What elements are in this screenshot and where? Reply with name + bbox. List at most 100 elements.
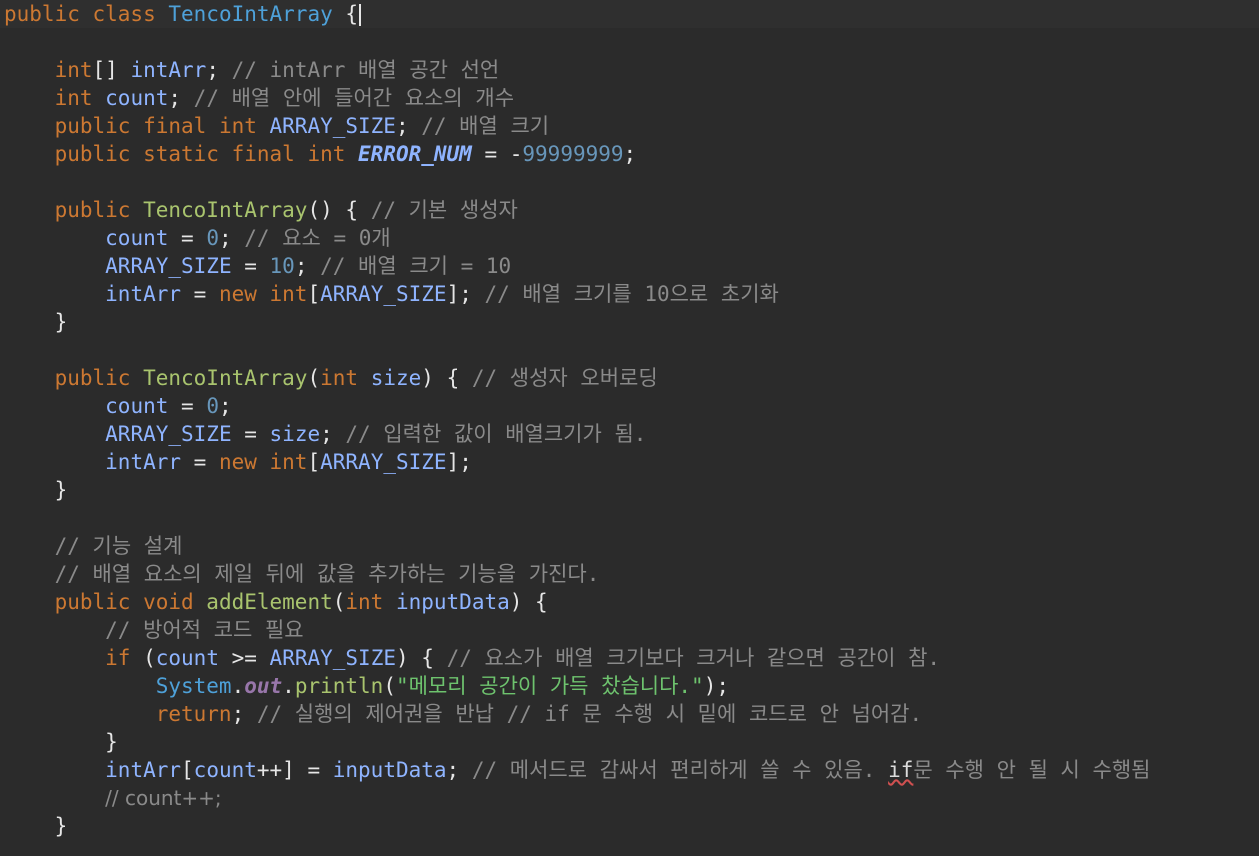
code-token: TencoIntArray [168, 2, 333, 26]
code-token: ; [218, 226, 245, 250]
code-line[interactable]: int count; // 배열 안에 들어간 요소의 개수 [4, 84, 514, 112]
code-token: 99999999 [522, 142, 624, 166]
code-token: // 배열 크기 = 10 [320, 254, 512, 278]
code-token: count [155, 646, 219, 670]
code-line[interactable]: } [4, 476, 68, 504]
code-line[interactable]: ARRAY_SIZE = 10; // 배열 크기 = 10 [4, 252, 511, 280]
code-line[interactable]: int[] intArr; // intArr 배열 공간 선언 [4, 56, 500, 84]
code-token: ; [231, 702, 257, 726]
code-line[interactable]: intArr = new int[ARRAY_SIZE]; [4, 448, 472, 476]
code-token: ARRAY_SIZE [105, 422, 232, 446]
code-editor[interactable]: public class TencoIntArray { int[] intAr… [0, 0, 1259, 856]
code-token: // 입력한 값이 배열크기가 됨. [345, 422, 647, 446]
code-token: ARRAY_SIZE [105, 254, 232, 278]
code-token: public class [4, 2, 169, 26]
code-token: 0 [206, 226, 219, 250]
code-token: 문 수행 안 될 시 수행됨 [913, 758, 1151, 782]
code-token: ) { [395, 646, 447, 670]
code-line[interactable]: public class TencoIntArray { [0, 0, 1259, 28]
code-token: ARRAY_SIZE [320, 450, 447, 474]
code-token: [ [181, 758, 194, 782]
code-line[interactable]: } [4, 812, 68, 840]
code-line[interactable]: public final int ARRAY_SIZE; // 배열 크기 [4, 112, 550, 140]
code-token: inputData [332, 758, 447, 782]
code-token: = [168, 394, 207, 418]
code-token: intArr [105, 282, 182, 306]
code-line[interactable]: } [4, 308, 68, 336]
code-token: [] [92, 58, 131, 82]
code-token: "메모리 공간이 가득 찼습니다." [396, 674, 704, 698]
code-token: return [155, 702, 232, 726]
code-token: = [181, 282, 219, 306]
code-token: >= [218, 646, 270, 670]
code-token: out [244, 674, 283, 698]
code-token: int [320, 366, 371, 390]
code-token: = [231, 422, 270, 446]
code-token: System [155, 674, 232, 698]
code-line[interactable]: public TencoIntArray(int size) { // 생성자 … [4, 364, 658, 392]
code-token: ]; [446, 450, 472, 474]
code-line[interactable]: public TencoIntArray() { // 기본 생성자 [4, 196, 518, 224]
code-token: ARRAY_SIZE [320, 282, 447, 306]
code-line[interactable]: count = 0; [4, 392, 232, 420]
code-token: { [332, 2, 359, 26]
code-token: size [370, 366, 422, 390]
code-token: ]; [446, 282, 485, 306]
text-caret [359, 4, 362, 26]
code-token: } [4, 478, 68, 502]
code-token: ++] = [256, 758, 333, 782]
code-token: println [294, 674, 384, 698]
code-line[interactable]: // 방어적 코드 필요 [4, 616, 303, 644]
code-token: if [105, 646, 144, 670]
code-token: TencoIntArray [143, 366, 308, 390]
code-token: . [231, 674, 245, 698]
code-token: ; [218, 394, 232, 418]
code-token: ARRAY_SIZE [269, 114, 396, 138]
code-line[interactable]: if (count >= ARRAY_SIZE) { // 요소가 배열 크기보… [4, 644, 940, 672]
code-token: int [54, 86, 106, 110]
code-line[interactable]: return; // 실행의 제어권을 반납 // if 문 수행 시 밑에 코… [4, 700, 922, 728]
code-token: // 실행의 제어권을 반납 // if 문 수행 시 밑에 코드로 안 넘어감… [256, 702, 923, 726]
code-token: = [231, 254, 270, 278]
code-token: ARRAY_SIZE [269, 646, 396, 670]
code-token: ; [206, 58, 232, 82]
code-line[interactable]: // count++; [4, 784, 222, 812]
code-line[interactable]: intArr[count++] = inputData; // 메서드로 감싸서… [4, 756, 1150, 784]
code-token: // 요소 = 0개 [244, 226, 391, 250]
code-line[interactable]: System.out.println("메모리 공간이 가득 찼습니다."); [4, 672, 729, 700]
code-line[interactable]: // 기능 설계 [4, 532, 183, 560]
code-token: // intArr 배열 공간 선언 [231, 58, 500, 82]
code-token: 10 [269, 254, 295, 278]
code-token: ( [332, 590, 346, 614]
code-line[interactable]: } [4, 728, 118, 756]
code-token: () { [307, 198, 371, 222]
code-token: // 생성자 오버로딩 [471, 366, 658, 390]
code-line[interactable]: public void addElement(int inputData) { [4, 588, 548, 616]
code-token: ); [703, 674, 729, 698]
code-line[interactable]: public static final int ERROR_NUM = -999… [4, 140, 637, 168]
code-line[interactable]: ARRAY_SIZE = size; // 입력한 값이 배열크기가 됨. [4, 420, 646, 448]
code-line[interactable]: intArr = new int[ARRAY_SIZE]; // 배열 크기를 … [4, 280, 779, 308]
code-line[interactable]: count = 0; // 요소 = 0개 [4, 224, 391, 252]
code-token: addElement [206, 590, 333, 614]
code-token: = [168, 226, 207, 250]
code-token: ; [446, 758, 472, 782]
code-token: [ [307, 282, 321, 306]
code-token: count [105, 86, 169, 110]
code-token: ; [395, 114, 422, 138]
code-token: public [54, 366, 144, 390]
code-line[interactable]: // 배열 요소의 제일 뒤에 값을 추가하는 기능을 가진다. [4, 560, 600, 588]
code-token: } [4, 730, 118, 754]
code-token: // 기능 설계 [54, 534, 183, 558]
code-token: // 기본 생성자 [370, 198, 518, 222]
code-token: count [105, 226, 169, 250]
